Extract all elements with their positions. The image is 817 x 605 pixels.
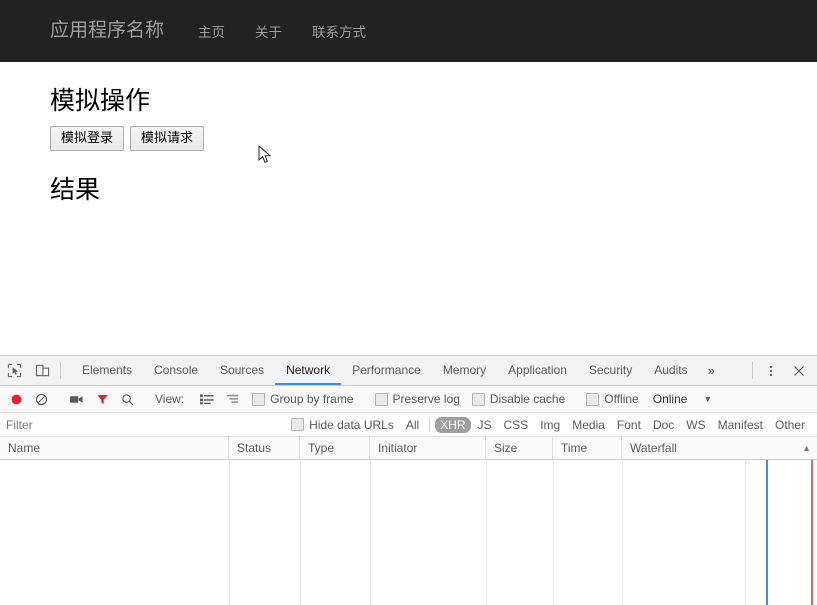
tab-network[interactable]: Network xyxy=(275,356,342,385)
load-event-line xyxy=(811,460,813,605)
filter-funnel-icon[interactable] xyxy=(90,386,115,412)
tab-application[interactable]: Application xyxy=(497,356,578,385)
record-button[interactable] xyxy=(4,386,29,412)
filter-type-other[interactable]: Other xyxy=(770,417,810,433)
disable-cache-checkbox[interactable]: Disable cache xyxy=(466,386,571,412)
column-divider-waterfall xyxy=(745,460,746,605)
throttling-value: Online xyxy=(652,392,688,406)
disable-cache-label: Disable cache xyxy=(489,392,566,406)
column-header-waterfall[interactable]: Waterfall ▲ xyxy=(622,437,817,459)
close-icon[interactable] xyxy=(785,356,813,385)
filter-type-css[interactable]: CSS xyxy=(499,417,534,433)
filter-type-manifest[interactable]: Manifest xyxy=(713,417,768,433)
offline-label: Offline xyxy=(604,392,639,406)
filter-type-all[interactable]: All xyxy=(401,417,424,433)
filter-type-js[interactable]: JS xyxy=(473,417,497,433)
devtools-tabbar-right xyxy=(748,356,817,385)
offline-box[interactable] xyxy=(586,392,600,406)
chevron-down-icon[interactable]: ▼ xyxy=(703,394,712,404)
hide-data-urls-checkbox[interactable]: Hide data URLs xyxy=(285,413,400,436)
throttling-select[interactable]: Online ▼ xyxy=(645,386,719,412)
simulate-login-button[interactable]: 模拟登录 xyxy=(50,126,125,151)
toolbar-divider-right xyxy=(752,362,753,379)
column-header-name[interactable]: Name xyxy=(0,437,229,459)
column-divider-type xyxy=(370,460,371,605)
navbar: 应用程序名称 主页 关于 联系方式 xyxy=(0,0,817,62)
tab-memory[interactable]: Memory xyxy=(432,356,497,385)
action-button-row: 模拟登录 模拟请求 xyxy=(50,126,817,151)
column-divider-status xyxy=(300,460,301,605)
filter-input[interactable] xyxy=(6,413,286,436)
filter-type-doc[interactable]: Doc xyxy=(648,417,679,433)
column-divider-size xyxy=(553,460,554,605)
search-icon[interactable] xyxy=(115,386,140,412)
filter-type-media[interactable]: Media xyxy=(567,417,610,433)
nav-link-home[interactable]: 主页 xyxy=(198,21,225,41)
filter-type-img[interactable]: Img xyxy=(535,417,565,433)
web-page: 应用程序名称 主页 关于 联系方式 模拟操作 模拟登录 模拟请求 结果 xyxy=(0,0,817,355)
sort-ascending-icon[interactable]: ▲ xyxy=(802,443,811,453)
offline-checkbox[interactable]: Offline xyxy=(580,386,644,412)
table-header-row: Name Status Type Initiator Size Time Wat… xyxy=(0,437,817,460)
column-divider-time xyxy=(622,460,623,605)
filter-type-ws[interactable]: WS xyxy=(681,417,710,433)
overview-icon[interactable] xyxy=(220,386,246,412)
column-header-waterfall-label: Waterfall xyxy=(630,441,677,455)
group-by-frame-checkbox[interactable]: Group by frame xyxy=(246,386,359,412)
kebab-menu-icon[interactable] xyxy=(757,356,785,385)
tab-elements[interactable]: Elements xyxy=(71,356,143,385)
column-divider-initiator xyxy=(486,460,487,605)
more-tabs-icon[interactable]: » xyxy=(699,356,724,385)
hide-data-urls-label: Hide data URLs xyxy=(309,417,394,432)
simulate-request-button[interactable]: 模拟请求 xyxy=(130,126,205,151)
filter-divider xyxy=(429,417,431,432)
network-toolbar: View: Group by frame Preserve log Disabl… xyxy=(0,386,817,413)
column-divider-name xyxy=(229,460,230,605)
page-content: 模拟操作 模拟登录 模拟请求 结果 xyxy=(0,62,817,205)
tab-security[interactable]: Security xyxy=(578,356,643,385)
column-header-type[interactable]: Type xyxy=(300,437,370,459)
tab-performance[interactable]: Performance xyxy=(341,356,432,385)
column-header-status[interactable]: Status xyxy=(229,437,300,459)
devtools-panel: Elements Console Sources Network Perform… xyxy=(0,355,817,605)
column-header-size[interactable]: Size xyxy=(486,437,553,459)
network-requests-table: Name Status Type Initiator Size Time Wat… xyxy=(0,437,817,605)
camera-icon[interactable] xyxy=(63,386,90,412)
section-title-operations: 模拟操作 xyxy=(50,87,151,115)
devtools-tabbar: Elements Console Sources Network Perform… xyxy=(0,356,817,386)
devtools-tab-list: Elements Console Sources Network Perform… xyxy=(65,356,748,385)
mouse-pointer xyxy=(258,144,272,165)
tab-sources[interactable]: Sources xyxy=(209,356,275,385)
tab-audits[interactable]: Audits xyxy=(643,356,698,385)
section-title-results: 结果 xyxy=(50,176,101,204)
device-toolbar-icon[interactable] xyxy=(28,356,56,385)
preserve-log-label: Preserve log xyxy=(392,392,460,406)
view-label: View: xyxy=(149,386,194,412)
disable-cache-box[interactable] xyxy=(471,392,485,406)
navbar-brand[interactable]: 应用程序名称 xyxy=(50,21,164,41)
hide-data-urls-box[interactable] xyxy=(291,418,305,431)
nav-link-contact[interactable]: 联系方式 xyxy=(312,21,366,41)
dom-content-loaded-line xyxy=(766,460,768,605)
screenshot-root: 应用程序名称 主页 关于 联系方式 模拟操作 模拟登录 模拟请求 结果 Elem… xyxy=(0,0,817,605)
table-body xyxy=(0,460,817,605)
column-header-time[interactable]: Time xyxy=(553,437,622,459)
preserve-log-checkbox[interactable]: Preserve log xyxy=(369,386,466,412)
nav-link-about[interactable]: 关于 xyxy=(255,21,282,41)
toolbar-divider xyxy=(60,362,61,379)
filter-type-font[interactable]: Font xyxy=(612,417,646,433)
view-label-text: View: xyxy=(155,392,185,406)
network-filter-bar: Hide data URLs All XHR JS CSS Img Media … xyxy=(0,413,817,437)
large-rows-icon[interactable] xyxy=(194,386,220,412)
group-by-frame-box[interactable] xyxy=(252,392,266,406)
tab-console[interactable]: Console xyxy=(143,356,209,385)
column-header-initiator[interactable]: Initiator xyxy=(370,437,486,459)
filter-type-xhr[interactable]: XHR xyxy=(435,416,471,433)
preserve-log-box[interactable] xyxy=(374,392,388,406)
group-by-frame-label: Group by frame xyxy=(270,392,354,406)
inspect-element-icon[interactable] xyxy=(0,356,28,385)
clear-button[interactable] xyxy=(29,386,54,412)
